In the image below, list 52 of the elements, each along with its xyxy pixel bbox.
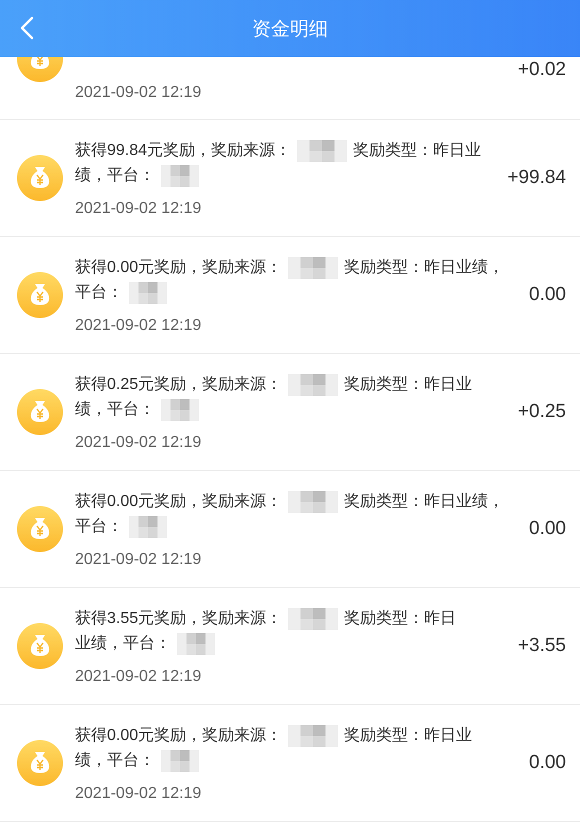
record-date: 2021-09-02 12:19 [75, 434, 202, 452]
reward-description: 奖励类型：昨日业绩， [344, 258, 504, 278]
reward-description: 获得0.00元奖励，奖励来源： [75, 258, 282, 278]
record-amount: +0.25 [518, 401, 566, 423]
redacted-mosaic [288, 374, 338, 396]
money-bag-icon [17, 623, 63, 669]
reward-description: 绩，平台： [75, 750, 155, 771]
record-amount: +0.02 [518, 59, 566, 81]
reward-description: 奖励类型：昨日业 [353, 140, 482, 161]
record-date: 2021-09-02 12:19 [75, 785, 202, 803]
money-bag-icon [17, 506, 63, 552]
record-date: 2021-09-02 12:19 [75, 84, 202, 102]
record-date: 2021-09-02 12:19 [75, 317, 202, 335]
record-amount: 0.00 [529, 284, 566, 306]
page-title: 资金明细 [252, 18, 328, 42]
redacted-mosaic [177, 632, 215, 654]
redacted-mosaic [288, 490, 338, 512]
redacted-mosaic [161, 398, 199, 420]
redacted-mosaic [288, 724, 338, 746]
reward-description: 获得3.55元奖励，奖励来源： [75, 608, 282, 629]
reward-description: 获得0.25元奖励，奖励来源： [75, 374, 282, 395]
reward-description: 绩，平台： [75, 400, 155, 420]
record-amount: 0.00 [529, 752, 566, 774]
record-amount: 0.00 [529, 518, 566, 540]
redacted-mosaic [161, 750, 199, 772]
reward-description: 奖励类型：昨日 [344, 608, 456, 629]
reward-description: 获得0.00元奖励，奖励来源： [75, 726, 282, 746]
record-date: 2021-09-02 12:19 [75, 668, 202, 686]
record-amount: +3.55 [518, 635, 566, 657]
reward-description: 奖励类型：昨日业绩， [344, 492, 504, 512]
money-bag-icon [17, 389, 63, 435]
reward-description: 平台： [75, 517, 123, 537]
reward-description: 奖励类型：昨日业 [344, 374, 472, 395]
record-date: 2021-09-02 12:19 [75, 551, 202, 569]
back-icon [20, 16, 34, 40]
reward-description: 奖励类型：昨日业 [344, 726, 472, 746]
reward-description: 平台： [75, 283, 123, 303]
redacted-mosaic [288, 256, 338, 278]
money-bag-icon [17, 272, 63, 318]
reward-description: 获得0.00元奖励，奖励来源： [75, 492, 282, 512]
record-date: 2021-09-02 12:19 [75, 200, 202, 218]
money-bag-icon [17, 155, 63, 201]
record-amount: +99.84 [507, 167, 566, 189]
redacted-mosaic [161, 164, 199, 186]
money-bag-icon [17, 740, 63, 786]
reward-description: 绩，平台： [75, 166, 155, 186]
redacted-mosaic [129, 516, 167, 538]
redacted-mosaic [297, 140, 348, 162]
redacted-mosaic [129, 282, 167, 304]
redacted-mosaic [288, 608, 338, 630]
reward-description: 获得99.84元奖励，奖励来源： [75, 140, 292, 161]
reward-description: 业绩，平台： [75, 634, 171, 654]
